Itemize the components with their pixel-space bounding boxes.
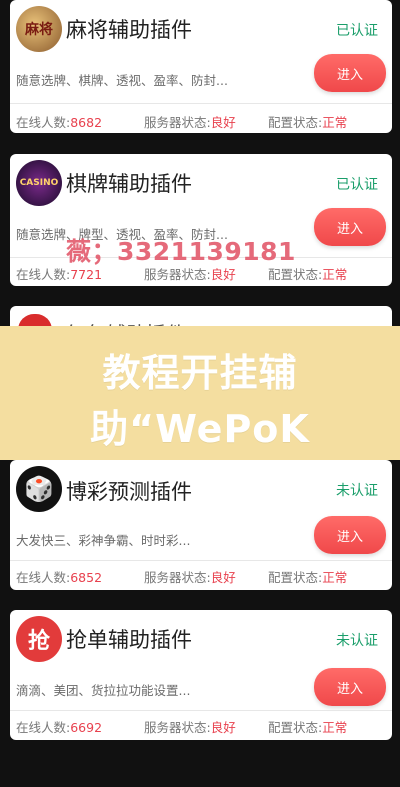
enter-button[interactable]: 进入 <box>314 516 386 554</box>
config-status: 配置状态:正常 <box>268 115 348 130</box>
plugin-card-lottery: 🎲 博彩预测插件 未认证 大发快三、彩神争霸、时时彩... 进入 在线人数:68… <box>10 460 392 590</box>
config-status: 配置状态:正常 <box>268 570 348 585</box>
title-banner: 教程开挂辅 助“WePoK <box>0 326 400 460</box>
plugin-card-mahjong: 麻将 麻将辅助插件 已认证 随意选牌、棋牌、透视、盈率、防封... 进入 在线人… <box>10 0 392 133</box>
plugin-name: 博彩预测插件 <box>66 480 192 504</box>
banner-line-1: 教程开挂辅 <box>102 351 298 395</box>
online-count: 在线人数:6692 <box>16 720 103 735</box>
enter-button[interactable]: 进入 <box>314 54 386 92</box>
plugin-description: 滴滴、美团、货拉拉功能设置... <box>16 683 191 698</box>
status-badge: 已认证 <box>336 177 378 193</box>
status-badge: 未认证 <box>336 483 378 499</box>
dice-app-icon: 🎲 <box>16 466 62 512</box>
plugin-name: 棋牌辅助插件 <box>66 172 192 196</box>
online-count: 在线人数:6852 <box>16 570 103 585</box>
config-status: 配置状态:正常 <box>268 720 348 735</box>
plugin-name: 抢单辅助插件 <box>66 628 192 652</box>
enter-button[interactable]: 进入 <box>314 668 386 706</box>
server-status: 服务器状态:良好 <box>144 720 236 735</box>
divider <box>10 710 392 711</box>
enter-button[interactable]: 进入 <box>314 208 386 246</box>
server-status: 服务器状态:良好 <box>144 570 236 585</box>
status-badge: 已认证 <box>336 23 378 39</box>
plugin-description: 大发快三、彩神争霸、时时彩... <box>16 533 191 548</box>
divider <box>10 560 392 561</box>
contact-watermark: 薇；3321139181 <box>66 237 296 266</box>
banner-line-2: 助“WePoK <box>90 407 310 451</box>
server-status: 服务器状态:良好 <box>144 115 236 130</box>
casino-app-icon: CASINO <box>16 160 62 206</box>
mahjong-app-icon: 麻将 <box>16 6 62 52</box>
plugin-name: 麻将辅助插件 <box>66 18 192 42</box>
plugin-card-grab-order: 抢 抢单辅助插件 未认证 滴滴、美团、货拉拉功能设置... 进入 在线人数:66… <box>10 610 392 740</box>
divider <box>10 103 392 104</box>
grab-order-app-icon: 抢 <box>16 616 62 662</box>
online-count: 在线人数:8682 <box>16 115 103 130</box>
plugin-description: 随意选牌、棋牌、透视、盈率、防封... <box>16 73 228 88</box>
status-badge: 未认证 <box>336 633 378 649</box>
